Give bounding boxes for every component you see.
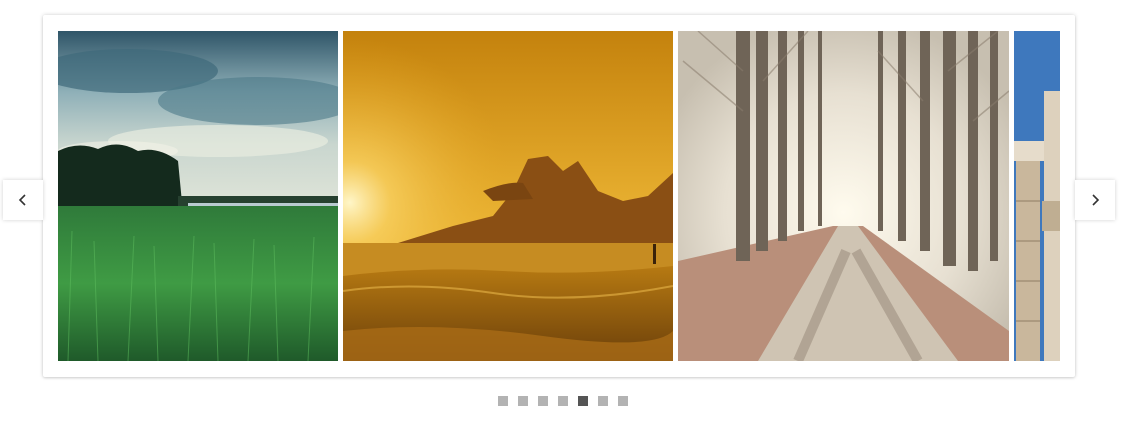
slide-green-field[interactable]	[58, 31, 338, 361]
green-field-image	[58, 31, 338, 361]
chevron-right-icon	[1092, 194, 1100, 206]
pagination-dot[interactable]	[597, 396, 608, 406]
carousel-viewport	[58, 31, 1060, 361]
slide-stone-ruins[interactable]	[1014, 31, 1060, 361]
pagination-dots	[0, 396, 1125, 406]
carousel-stage	[0, 0, 1125, 431]
sunset-beach-image	[343, 31, 673, 361]
pagination-dot[interactable]	[557, 396, 568, 406]
pagination-dot[interactable]	[617, 396, 628, 406]
pagination-dot[interactable]	[517, 396, 528, 406]
slide-sunset-beach[interactable]	[343, 31, 673, 361]
carousel-card	[43, 15, 1075, 377]
stone-ruins-image	[1014, 31, 1060, 361]
chevron-left-icon	[18, 194, 26, 206]
slide-forest-road[interactable]	[678, 31, 1009, 361]
forest-road-image	[678, 31, 1009, 361]
next-slide-button[interactable]	[1075, 180, 1115, 220]
prev-slide-button[interactable]	[3, 180, 43, 220]
pagination-dot[interactable]	[497, 396, 508, 406]
pagination-dot[interactable]	[537, 396, 548, 406]
carousel-track	[58, 31, 1060, 361]
pagination-dot[interactable]	[577, 396, 588, 406]
